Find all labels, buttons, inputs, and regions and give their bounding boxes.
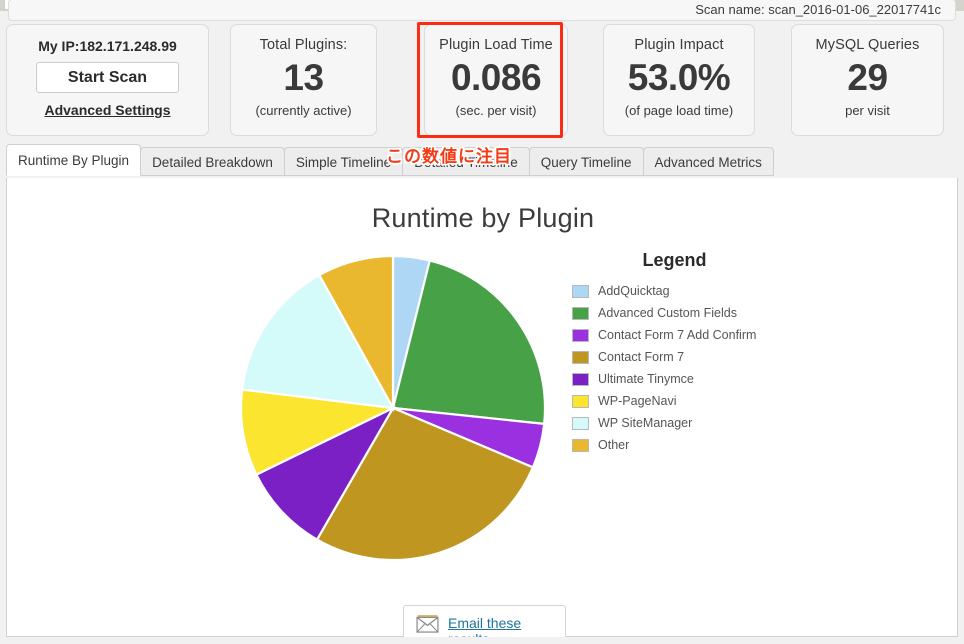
legend-item: AddQuicktag	[572, 280, 812, 302]
scan-name-bar: Scan name: scan_2016-01-06_22017741c	[8, 0, 956, 21]
legend-item-label: Ultimate Tinymce	[598, 372, 694, 386]
mysql-queries-value: 29	[847, 57, 888, 98]
legend-color-swatch	[572, 350, 589, 364]
chart-title: Runtime by Plugin	[371, 203, 595, 233]
legend-title: Legend	[642, 250, 707, 270]
legend-item: Contact Form 7	[572, 346, 812, 368]
total-plugins-sub: (currently active)	[255, 103, 352, 118]
legend-item: Ultimate Tinymce	[572, 368, 812, 390]
plugin-load-time-sub: (sec. per visit)	[455, 103, 537, 118]
plugin-profiler-page: Scan name: scan_2016-01-06_22017741c My …	[0, 0, 964, 644]
legend-item-label: Other	[598, 438, 630, 452]
legend-item: Other	[572, 434, 812, 456]
plugin-load-time-card: Plugin Load Time 0.086 (sec. per visit)	[424, 24, 568, 136]
legend-item-label: Contact Form 7	[598, 350, 685, 364]
email-results-button[interactable]: Email these results	[403, 605, 566, 644]
plugin-load-time-label: Plugin Load Time	[439, 37, 553, 53]
my-ip-label: My IP:182.171.248.99	[38, 38, 177, 54]
envelope-icon	[416, 615, 439, 633]
total-plugins-value: 13	[283, 57, 324, 98]
pie-svg: AddQuicktag: 3.9%Advanced Custom Fields:…	[239, 254, 547, 562]
tab-detailed-breakdown[interactable]: Detailed Breakdown	[140, 147, 285, 176]
legend-color-swatch	[572, 394, 589, 408]
legend-item-label: WP SiteManager	[598, 416, 693, 430]
tab-query-timeline[interactable]: Query Timeline	[528, 147, 644, 176]
legend-color-swatch	[572, 328, 589, 342]
page-bottom-strip	[0, 637, 964, 644]
plugin-impact-card: Plugin Impact 53.0% (of page load time)	[603, 24, 755, 136]
legend-item-label: Contact Form 7 Add Confirm	[598, 328, 757, 342]
start-scan-button[interactable]: Start Scan	[36, 62, 179, 93]
runtime-chart-panel: Runtime by Plugin AddQuicktag: 3.9%Advan…	[6, 178, 958, 644]
legend-color-swatch	[572, 438, 589, 452]
scan-control-card: My IP:182.171.248.99 Start Scan Advanced…	[6, 24, 209, 136]
mysql-queries-label: MySQL Queries	[815, 37, 920, 53]
chart-legend: Legend AddQuicktag Advanced Custom Fields…	[572, 250, 812, 456]
legend-item: WP SiteManager	[572, 412, 812, 434]
mysql-queries-card: MySQL Queries 29 per visit	[791, 24, 944, 136]
legend-item-label: Advanced Custom Fields	[598, 306, 737, 320]
plugin-load-time-value: 0.086	[450, 57, 542, 98]
scan-name-text: Scan name: scan_2016-01-06_22017741c	[695, 2, 941, 17]
legend-color-swatch	[572, 284, 589, 298]
runtime-pie-chart: AddQuicktag: 3.9%Advanced Custom Fields:…	[233, 248, 553, 568]
legend-item: WP-PageNavi	[572, 390, 812, 412]
legend-item: Contact Form 7 Add Confirm	[572, 324, 812, 346]
legend-color-swatch	[572, 416, 589, 430]
legend-color-swatch	[572, 306, 589, 320]
legend-item: Advanced Custom Fields	[572, 302, 812, 324]
total-plugins-label: Total Plugins:	[259, 37, 348, 53]
plugin-impact-value: 53.0%	[627, 57, 731, 98]
legend-color-swatch	[572, 372, 589, 386]
tab-runtime-by-plugin[interactable]: Runtime By Plugin	[6, 144, 142, 176]
advanced-settings-link[interactable]: Advanced Settings	[44, 102, 170, 118]
legend-item-label: WP-PageNavi	[598, 394, 677, 408]
summary-cards: My IP:182.171.248.99 Start Scan Advanced…	[6, 24, 958, 140]
app-screenshot: Scan name: scan_2016-01-06_22017741c My …	[0, 0, 964, 644]
tab-advanced-metrics[interactable]: Advanced Metrics	[642, 147, 774, 176]
total-plugins-card: Total Plugins: 13 (currently active)	[230, 24, 377, 136]
legend-item-label: AddQuicktag	[598, 284, 670, 298]
plugin-impact-sub: (of page load time)	[624, 103, 734, 118]
mysql-queries-sub: per visit	[845, 103, 890, 118]
japanese-annotation-text: この数値に注目	[386, 147, 512, 167]
plugin-impact-label: Plugin Impact	[634, 37, 724, 53]
